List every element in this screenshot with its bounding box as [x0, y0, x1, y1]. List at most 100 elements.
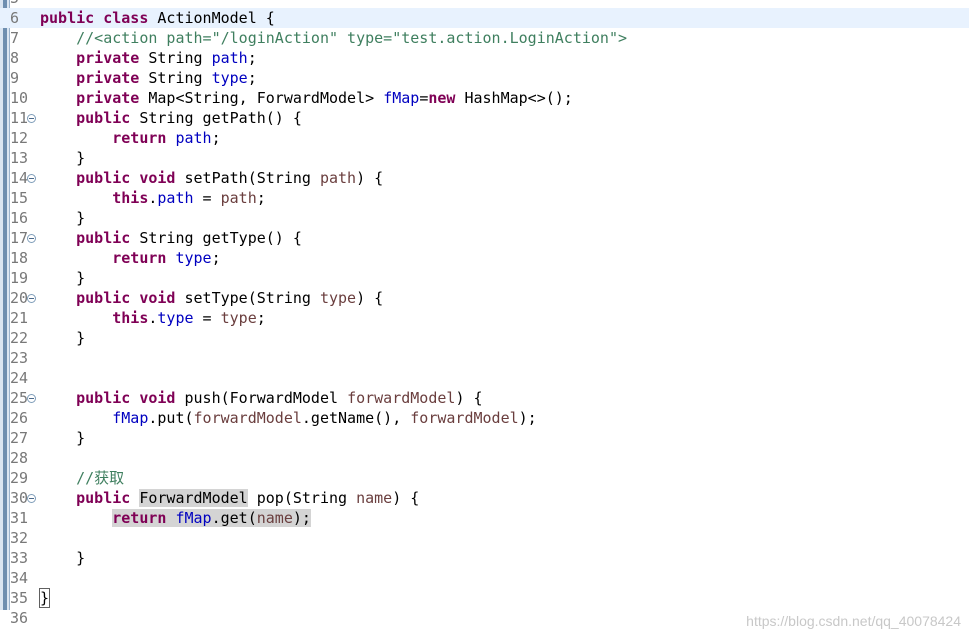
code-token: =: [419, 89, 429, 107]
code-token: .getName(),: [301, 409, 411, 427]
code-line[interactable]: 6 public class ActionModel {: [0, 8, 969, 28]
fold-collapse-icon[interactable]: [27, 174, 36, 183]
code-token: }: [40, 269, 86, 287]
code-token: ;: [256, 309, 266, 327]
line-number: 5: [10, 0, 32, 8]
code-token: name: [256, 509, 293, 527]
line-number: 12: [10, 129, 29, 147]
code-line[interactable]: 21 this.type = type;: [0, 308, 969, 328]
code-token: ActionModel {: [148, 9, 275, 27]
code-token: );: [518, 409, 537, 427]
code-line[interactable]: 31 return fMap.get(name);: [0, 508, 969, 528]
code-token: ) {: [356, 289, 384, 307]
code-token: }: [40, 209, 86, 227]
fold-collapse-icon[interactable]: [27, 294, 36, 303]
code-token: ;: [256, 189, 266, 207]
code-line[interactable]: 27 }: [0, 428, 969, 448]
code-line[interactable]: 17 public String getType() {: [0, 228, 969, 248]
code-token: type: [220, 309, 257, 327]
code-token: .put(: [148, 409, 194, 427]
code-token: public: [76, 229, 131, 247]
line-number: 36: [10, 609, 29, 627]
code-token: forwardModel: [193, 409, 302, 427]
code-line[interactable]: 34: [0, 568, 969, 588]
code-line[interactable]: 5: [0, 0, 969, 8]
fold-collapse-icon[interactable]: [27, 114, 36, 123]
fold-collapse-icon[interactable]: [27, 494, 36, 503]
code-line[interactable]: 13 }: [0, 148, 969, 168]
code-token: ;: [211, 129, 221, 147]
code-line[interactable]: 15 this.path = path;: [0, 188, 969, 208]
code-text: }: [38, 588, 51, 608]
code-text: fMap.put(forwardModel.getName(), forward…: [40, 408, 537, 428]
code-text: }: [40, 268, 85, 288]
code-token: void: [139, 289, 176, 307]
line-number: 15: [10, 189, 29, 207]
code-line[interactable]: 26 fMap.put(forwardModel.getName(), forw…: [0, 408, 969, 428]
code-line[interactable]: 9 private String type;: [0, 68, 969, 88]
code-token: =: [193, 309, 221, 327]
code-line[interactable]: 11 public String getPath() {: [0, 108, 969, 128]
code-token: path: [157, 189, 194, 207]
code-token: public: [76, 489, 131, 507]
code-token: return: [112, 129, 167, 147]
fold-collapse-icon[interactable]: [27, 234, 36, 243]
code-token: setType(String: [175, 289, 320, 307]
line-number: 7: [10, 29, 20, 47]
code-line[interactable]: 7 //<action path="/loginAction" type="te…: [0, 28, 969, 48]
code-token: setPath(String: [175, 169, 320, 187]
code-token: public: [76, 169, 131, 187]
line-number: 29: [10, 469, 29, 487]
line-number: 35: [10, 589, 29, 607]
code-token: );: [292, 509, 311, 527]
code-editor[interactable]: 56public class ActionModel {7 //<action …: [0, 0, 969, 637]
code-text: public class ActionModel {: [40, 8, 275, 28]
code-line[interactable]: 20 public void setType(String type) {: [0, 288, 969, 308]
code-token: public: [40, 9, 95, 27]
code-line[interactable]: 30 public ForwardModel pop(String name) …: [0, 488, 969, 508]
line-number: 32: [10, 529, 29, 547]
code-token: }: [38, 588, 51, 608]
code-line[interactable]: 28: [0, 448, 969, 468]
code-line[interactable]: 23: [0, 348, 969, 368]
code-line[interactable]: 18 return type;: [0, 248, 969, 268]
code-line[interactable]: 33 }: [0, 548, 969, 568]
code-token: forwardModel: [347, 389, 456, 407]
code-line[interactable]: 32: [0, 528, 969, 548]
code-text: private String path;: [40, 48, 257, 68]
code-line[interactable]: 12 return path;: [0, 128, 969, 148]
code-token: return: [112, 509, 167, 527]
code-text: }: [40, 148, 85, 168]
code-line[interactable]: 10 private Map<String, ForwardModel> fMa…: [0, 88, 969, 108]
line-number: 19: [10, 269, 29, 287]
code-line[interactable]: 14 public void setPath(String path) {: [0, 168, 969, 188]
line-number: 33: [10, 549, 29, 567]
code-line[interactable]: 8 private String path;: [0, 48, 969, 68]
fold-collapse-icon[interactable]: [27, 394, 36, 403]
code-token: =: [193, 189, 221, 207]
code-line[interactable]: 19 }: [0, 268, 969, 288]
code-text: private Map<String, ForwardModel> fMap=n…: [40, 88, 573, 108]
code-token: fMap: [383, 89, 420, 107]
code-token: type: [157, 309, 194, 327]
code-token: }: [40, 429, 86, 447]
code-line[interactable]: 22 }: [0, 328, 969, 348]
line-number: 21: [10, 309, 29, 327]
code-line[interactable]: 35}: [0, 588, 969, 608]
code-text: return fMap.get(name);: [40, 508, 311, 528]
code-token: ;: [247, 49, 257, 67]
code-token: fMap: [175, 509, 212, 527]
code-token: private: [76, 49, 140, 67]
code-line[interactable]: 29 //获取: [0, 468, 969, 488]
code-line[interactable]: 25 public void push(ForwardModel forward…: [0, 388, 969, 408]
code-line[interactable]: 24: [0, 368, 969, 388]
line-number: 34: [10, 569, 29, 587]
line-number: 10: [10, 89, 29, 107]
code-line[interactable]: 16 }: [0, 208, 969, 228]
